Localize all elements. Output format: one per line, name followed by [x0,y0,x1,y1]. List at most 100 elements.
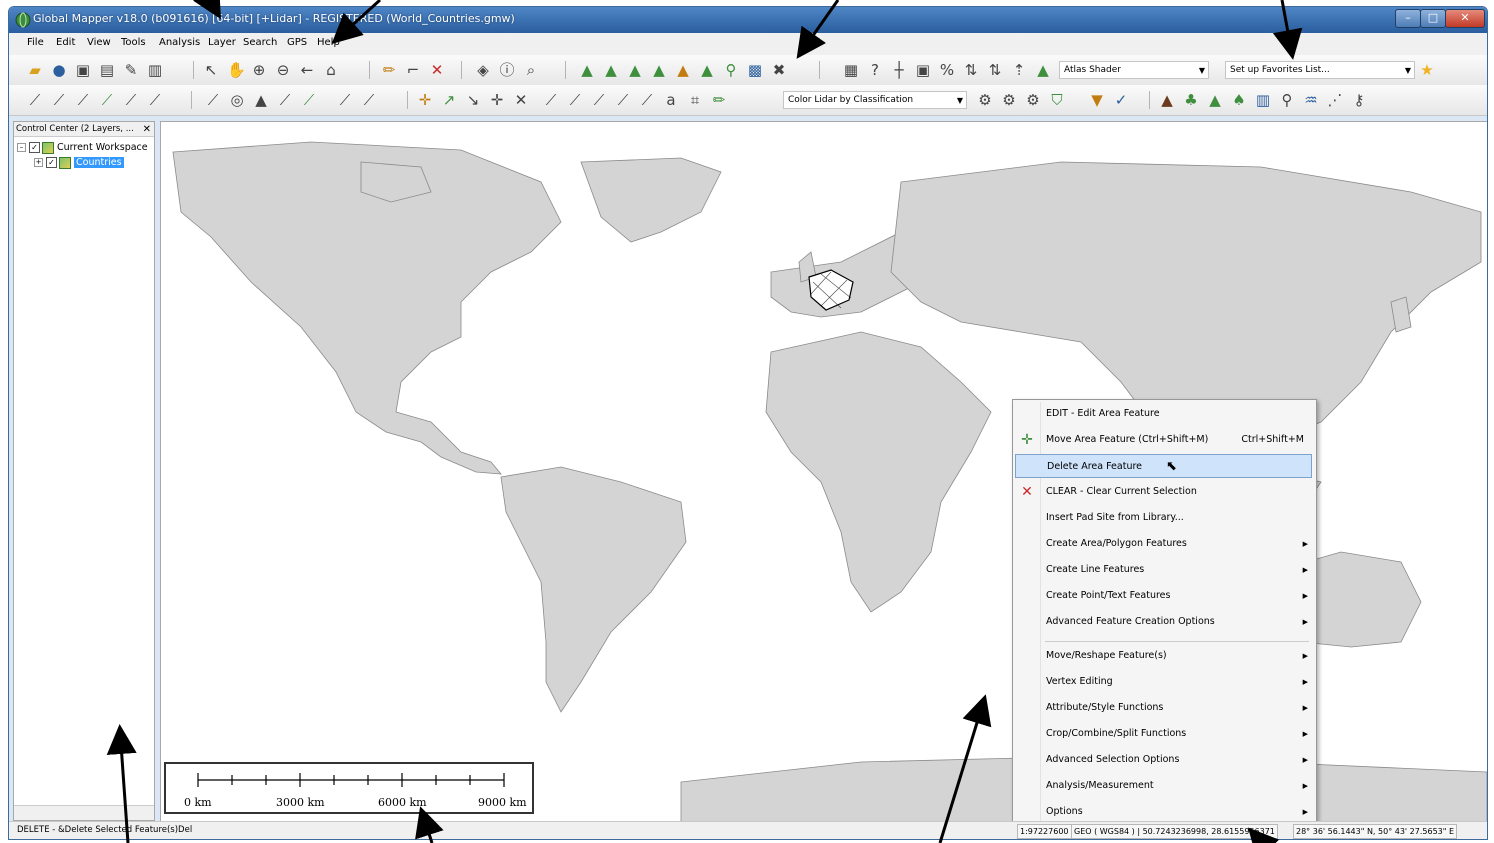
menu-item-insert-pad-site[interactable]: Insert Pad Site from Library... [1015,506,1312,530]
home-icon[interactable]: ⌂ [323,62,339,78]
menu-item-vertex-editing[interactable]: Vertex Editing ▶ [1015,670,1312,694]
line-edit-4-icon[interactable]: ⟋ [615,92,631,108]
line-tool-6-icon[interactable]: ⟋ [147,92,163,108]
map-view[interactable]: 0 km 3000 km 6000 km 9000 km EDIT - Edit… [160,121,1487,823]
lidar-3-icon[interactable]: ⇡ [1011,62,1027,78]
rotate-icon[interactable]: ↗ [441,92,457,108]
config-icon[interactable]: ▤ [99,62,115,78]
zoom-in-icon[interactable]: ⊕ [251,62,267,78]
globe-icon[interactable]: ● [51,62,67,78]
check-edit-icon[interactable]: ✓ [1113,92,1129,108]
area-tool-icon[interactable]: ▲ [253,92,269,108]
line-edit-2-icon[interactable]: ⟋ [567,92,583,108]
crop-icon[interactable]: ⌗ [687,92,703,108]
terrain-icon[interactable]: ▲ [579,62,595,78]
minimize-button[interactable]: – [1395,9,1421,28]
vertex-icon[interactable]: ↘ [465,92,481,108]
line-tool-icon[interactable]: ⟋ [27,92,43,108]
area-tool-3-icon[interactable]: ⟋ [301,92,317,108]
menu-item-edit-area-feature[interactable]: EDIT - Edit Area Feature [1015,402,1312,426]
tree-item-countries[interactable]: + ✓ Countries [34,156,124,170]
close-icon[interactable]: ✕ [143,122,151,137]
menu-item-advanced-feature-creation[interactable]: Advanced Feature Creation Options ▶ [1015,610,1312,634]
menu-item-create-area-features[interactable]: Create Area/Polygon Features ▶ [1015,532,1312,556]
checkbox-icon[interactable]: ✓ [46,157,57,168]
close-button[interactable]: ✕ [1445,9,1485,28]
menu-search[interactable]: Search [243,37,277,48]
shader-combo[interactable]: Atlas Shader ▼ [1059,61,1209,79]
menu-item-crop-combine-split[interactable]: Crop/Combine/Split Functions ▶ [1015,722,1312,746]
line-tool-3-icon[interactable]: ⟋ [75,92,91,108]
hill-icon[interactable]: ▲ [1207,92,1223,108]
tower-2-icon[interactable]: ⚲ [1279,92,1295,108]
settings-gear-2-icon[interactable]: ⚙ [1001,92,1017,108]
terrain-3-icon[interactable]: ▲ [627,62,643,78]
menu-layer[interactable]: Layer [208,37,236,48]
select-tool-icon[interactable]: ↖ [203,62,219,78]
menu-view[interactable]: View [87,37,111,48]
text-tool-icon[interactable]: a [663,92,679,108]
target-icon[interactable]: ◎ [229,92,245,108]
polygon-tool-icon[interactable]: ⟋ [205,92,221,108]
line-tool-5-icon[interactable]: ⟋ [123,92,139,108]
save-icon[interactable]: ▣ [75,62,91,78]
menu-file[interactable]: File [27,37,44,48]
find-icon[interactable]: ⌕ [523,62,539,78]
brush-icon[interactable]: ⟋ [337,92,353,108]
percent-icon[interactable]: % [939,62,955,78]
search-key-icon[interactable]: ⚷ [1351,92,1367,108]
menu-help[interactable]: Help [317,37,340,48]
terrain-2-icon[interactable]: ▲ [603,62,619,78]
menu-analysis[interactable]: Analysis [159,37,200,48]
terrain-6-icon[interactable]: ▲ [699,62,715,78]
tree-item-workspace[interactable]: – ✓ Current Workspace [17,141,148,155]
menu-item-delete-area-feature[interactable]: Delete Area Feature ⬉ [1015,454,1312,478]
horizontal-scrollbar[interactable] [14,805,154,820]
favorites-combo[interactable]: Set up Favorites List... ▼ [1225,61,1415,79]
line-edit-3-icon[interactable]: ⟋ [591,92,607,108]
maximize-button[interactable]: □ [1420,9,1446,28]
menu-item-create-line-features[interactable]: Create Line Features ▶ [1015,558,1312,582]
tree-icon[interactable]: ♠ [1231,92,1247,108]
building-icon[interactable]: ▥ [1255,92,1271,108]
help-icon[interactable]: ? [867,62,883,78]
checkbox-icon[interactable]: ✓ [29,142,40,153]
menu-item-create-point-features[interactable]: Create Point/Text Features ▶ [1015,584,1312,608]
info-icon[interactable]: ⓘ [499,62,515,78]
favorites-star-icon[interactable]: ★ [1419,62,1435,78]
terrain-5-icon[interactable]: ▲ [675,62,691,78]
expand-icon[interactable]: + [34,158,43,167]
line-tool-2-icon[interactable]: ⟋ [51,92,67,108]
vertical-icon[interactable]: ┼ [891,62,907,78]
menu-tools[interactable]: Tools [121,37,146,48]
title-bar[interactable]: Global Mapper v18.0 (b091616) [64-bit] [… [9,7,1487,33]
zoom-out-icon[interactable]: ⊖ [275,62,291,78]
split-icon[interactable]: ✕ [513,92,529,108]
settings-gear-icon[interactable]: ⚙ [977,92,993,108]
menu-edit[interactable]: Edit [56,37,75,48]
control-center-icon[interactable]: ▥ [147,62,163,78]
digitizer-pencil-icon[interactable]: ✏ [381,62,397,78]
menu-item-move-area-feature[interactable]: ✛ Move Area Feature (Ctrl+Shift+M) Ctrl+Sh… [1015,428,1312,452]
menu-item-analysis-measurement[interactable]: Analysis/Measurement ▶ [1015,774,1312,798]
plant-icon[interactable]: ♣ [1183,92,1199,108]
menu-item-move-reshape[interactable]: Move/Reshape Feature(s) ▶ [1015,644,1312,668]
layers-icon[interactable]: ▣ [915,62,931,78]
terrain-4-icon[interactable]: ▲ [651,62,667,78]
tower-icon[interactable]: ⚲ [723,62,739,78]
brush-2-icon[interactable]: ⟋ [361,92,377,108]
shield-icon[interactable]: ⛉ [1049,92,1065,108]
mountain-icon[interactable]: ▲ [1159,92,1175,108]
menu-item-advanced-selection[interactable]: Advanced Selection Options ▶ [1015,748,1312,772]
collapse-icon[interactable]: – [17,143,26,152]
grid-icon[interactable]: ▦ [843,62,859,78]
road-icon[interactable]: ⋰ [1327,92,1343,108]
tools-icon[interactable]: ✎ [123,62,139,78]
line-edit-icon[interactable]: ⟋ [543,92,559,108]
water-icon[interactable]: ♒ [1303,92,1319,108]
measure-icon[interactable]: ⌐ [405,62,421,78]
menu-item-attribute-style[interactable]: Attribute/Style Functions ▶ [1015,696,1312,720]
open-folder-icon[interactable]: ▰ [27,62,43,78]
shader-icon[interactable]: ▲ [1035,62,1051,78]
move-cross-icon[interactable]: ✛ [417,92,433,108]
